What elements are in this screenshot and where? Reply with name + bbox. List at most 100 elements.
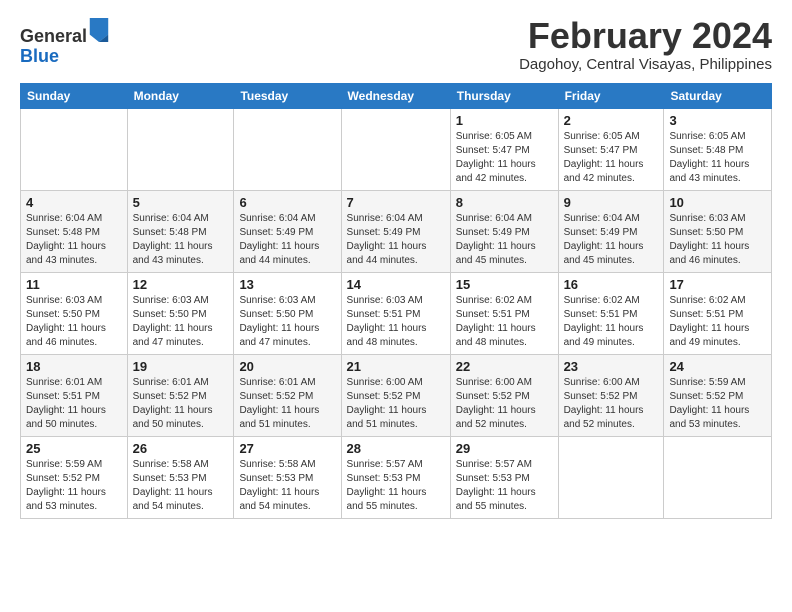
day-info: Sunrise: 6:03 AMSunset: 5:50 PMDaylight:… xyxy=(133,294,229,350)
day-number: 7 xyxy=(347,195,445,210)
day-info: Sunrise: 6:03 AMSunset: 5:50 PMDaylight:… xyxy=(26,294,122,350)
calendar-cell xyxy=(664,436,772,518)
calendar-cell: 17 Sunrise: 6:02 AMSunset: 5:51 PMDayligh… xyxy=(664,272,772,354)
day-info: Sunrise: 5:59 AMSunset: 5:52 PMDaylight:… xyxy=(669,376,766,432)
day-info: Sunrise: 6:00 AMSunset: 5:52 PMDaylight:… xyxy=(564,376,659,432)
header-friday: Friday xyxy=(558,83,664,108)
day-number: 1 xyxy=(456,113,553,128)
calendar-header-row: SundayMondayTuesdayWednesdayThursdayFrid… xyxy=(21,83,772,108)
day-number: 23 xyxy=(564,359,659,374)
logo-text: General xyxy=(20,20,109,47)
day-info: Sunrise: 6:01 AMSunset: 5:52 PMDaylight:… xyxy=(133,376,229,432)
header-sunday: Sunday xyxy=(21,83,128,108)
calendar-cell: 22Sunrise: 6:00 AMSunset: 5:52 PMDayligh… xyxy=(450,354,558,436)
logo-blue: Blue xyxy=(20,47,109,67)
calendar-cell: 12 Sunrise: 6:03 AMSunset: 5:50 PMDayligh… xyxy=(127,272,234,354)
day-number: 20 xyxy=(239,359,335,374)
day-number: 19 xyxy=(133,359,229,374)
day-number: 25 xyxy=(26,441,122,456)
week-row-5: 25 Sunrise: 5:59 AMSunset: 5:52 PMDayligh… xyxy=(21,436,772,518)
calendar-cell: 26 Sunrise: 5:58 AMSunset: 5:53 PMDayligh… xyxy=(127,436,234,518)
day-info: Sunrise: 6:04 AMSunset: 5:49 PMDaylight:… xyxy=(347,212,445,268)
page-header: General Blue February 2024 Dagohoy, Cent… xyxy=(20,16,772,73)
day-number: 11 xyxy=(26,277,122,292)
day-info: Sunrise: 6:04 AMSunset: 5:48 PMDaylight:… xyxy=(26,212,122,268)
day-info: Sunrise: 6:04 AMSunset: 5:49 PMDaylight:… xyxy=(456,212,553,268)
day-number: 17 xyxy=(669,277,766,292)
title-area: February 2024 Dagohoy, Central Visayas, … xyxy=(519,16,772,73)
calendar-cell: 24 Sunrise: 5:59 AMSunset: 5:52 PMDayligh… xyxy=(664,354,772,436)
day-number: 2 xyxy=(564,113,659,128)
calendar-cell: 7 Sunrise: 6:04 AMSunset: 5:49 PMDaylight… xyxy=(341,190,450,272)
calendar-cell xyxy=(234,108,341,190)
calendar-cell: 2Sunrise: 6:05 AMSunset: 5:47 PMDaylight… xyxy=(558,108,664,190)
calendar-cell: 25 Sunrise: 5:59 AMSunset: 5:52 PMDayligh… xyxy=(21,436,128,518)
location: Dagohoy, Central Visayas, Philippines xyxy=(519,56,772,73)
week-row-1: 1 Sunrise: 6:05 AMSunset: 5:47 PMDaylight… xyxy=(21,108,772,190)
day-info: Sunrise: 6:00 AMSunset: 5:52 PMDaylight:… xyxy=(347,376,445,432)
day-number: 12 xyxy=(133,277,229,292)
day-info: Sunrise: 6:04 AMSunset: 5:49 PMDaylight:… xyxy=(239,212,335,268)
day-number: 5 xyxy=(133,195,229,210)
week-row-3: 11 Sunrise: 6:03 AMSunset: 5:50 PMDayligh… xyxy=(21,272,772,354)
day-number: 10 xyxy=(669,195,766,210)
calendar-cell: 9 Sunrise: 6:04 AMSunset: 5:49 PMDaylight… xyxy=(558,190,664,272)
day-number: 18 xyxy=(26,359,122,374)
day-number: 16 xyxy=(564,277,659,292)
day-info: Sunrise: 6:03 AMSunset: 5:50 PMDaylight:… xyxy=(669,212,766,268)
day-number: 8 xyxy=(456,195,553,210)
calendar-cell xyxy=(341,108,450,190)
day-info: Sunrise: 6:05 AMSunset: 5:48 PMDaylight:… xyxy=(669,130,766,186)
day-number: 9 xyxy=(564,195,659,210)
calendar-cell: 20 Sunrise: 6:01 AMSunset: 5:52 PMDayligh… xyxy=(234,354,341,436)
header-wednesday: Wednesday xyxy=(341,83,450,108)
day-info: Sunrise: 6:04 AMSunset: 5:49 PMDaylight:… xyxy=(564,212,659,268)
week-row-4: 18Sunrise: 6:01 AMSunset: 5:51 PMDayligh… xyxy=(21,354,772,436)
logo: General Blue xyxy=(20,20,109,67)
day-number: 29 xyxy=(456,441,553,456)
header-monday: Monday xyxy=(127,83,234,108)
calendar-cell: 16 Sunrise: 6:02 AMSunset: 5:51 PMDayligh… xyxy=(558,272,664,354)
day-info: Sunrise: 5:59 AMSunset: 5:52 PMDaylight:… xyxy=(26,458,122,514)
calendar-cell: 1 Sunrise: 6:05 AMSunset: 5:47 PMDaylight… xyxy=(450,108,558,190)
day-number: 15 xyxy=(456,277,553,292)
calendar-cell: 6Sunrise: 6:04 AMSunset: 5:49 PMDaylight… xyxy=(234,190,341,272)
day-info: Sunrise: 6:01 AMSunset: 5:52 PMDaylight:… xyxy=(239,376,335,432)
day-info: Sunrise: 6:04 AMSunset: 5:48 PMDaylight:… xyxy=(133,212,229,268)
day-info: Sunrise: 6:05 AMSunset: 5:47 PMDaylight:… xyxy=(456,130,553,186)
logo-blue-text: Blue xyxy=(20,46,59,66)
day-info: Sunrise: 6:02 AMSunset: 5:51 PMDaylight:… xyxy=(564,294,659,350)
calendar-cell: 28 Sunrise: 5:57 AMSunset: 5:53 PMDayligh… xyxy=(341,436,450,518)
calendar-cell: 19 Sunrise: 6:01 AMSunset: 5:52 PMDayligh… xyxy=(127,354,234,436)
calendar-cell: 29Sunrise: 5:57 AMSunset: 5:53 PMDayligh… xyxy=(450,436,558,518)
day-info: Sunrise: 6:03 AMSunset: 5:50 PMDaylight:… xyxy=(239,294,335,350)
header-thursday: Thursday xyxy=(450,83,558,108)
logo-general: General xyxy=(20,26,87,46)
day-info: Sunrise: 5:57 AMSunset: 5:53 PMDaylight:… xyxy=(347,458,445,514)
day-number: 22 xyxy=(456,359,553,374)
calendar-cell: 18Sunrise: 6:01 AMSunset: 5:51 PMDayligh… xyxy=(21,354,128,436)
day-info: Sunrise: 6:03 AMSunset: 5:51 PMDaylight:… xyxy=(347,294,445,350)
month-year: February 2024 xyxy=(519,16,772,56)
calendar-cell: 23 Sunrise: 6:00 AMSunset: 5:52 PMDayligh… xyxy=(558,354,664,436)
week-row-2: 4Sunrise: 6:04 AMSunset: 5:48 PMDaylight… xyxy=(21,190,772,272)
calendar-cell: 11 Sunrise: 6:03 AMSunset: 5:50 PMDayligh… xyxy=(21,272,128,354)
calendar-cell: 13 Sunrise: 6:03 AMSunset: 5:50 PMDayligh… xyxy=(234,272,341,354)
day-info: Sunrise: 5:58 AMSunset: 5:53 PMDaylight:… xyxy=(133,458,229,514)
calendar-cell xyxy=(558,436,664,518)
calendar-cell: 5 Sunrise: 6:04 AMSunset: 5:48 PMDaylight… xyxy=(127,190,234,272)
day-info: Sunrise: 6:02 AMSunset: 5:51 PMDaylight:… xyxy=(669,294,766,350)
day-info: Sunrise: 6:02 AMSunset: 5:51 PMDaylight:… xyxy=(456,294,553,350)
day-number: 13 xyxy=(239,277,335,292)
day-number: 26 xyxy=(133,441,229,456)
day-number: 28 xyxy=(347,441,445,456)
calendar-cell: 4Sunrise: 6:04 AMSunset: 5:48 PMDaylight… xyxy=(21,190,128,272)
day-number: 21 xyxy=(347,359,445,374)
calendar-cell: 3Sunrise: 6:05 AMSunset: 5:48 PMDaylight… xyxy=(664,108,772,190)
calendar-table: SundayMondayTuesdayWednesdayThursdayFrid… xyxy=(20,83,772,519)
calendar-cell: 8 Sunrise: 6:04 AMSunset: 5:49 PMDaylight… xyxy=(450,190,558,272)
day-number: 24 xyxy=(669,359,766,374)
header-saturday: Saturday xyxy=(664,83,772,108)
calendar-cell: 27Sunrise: 5:58 AMSunset: 5:53 PMDayligh… xyxy=(234,436,341,518)
calendar-cell: 14Sunrise: 6:03 AMSunset: 5:51 PMDayligh… xyxy=(341,272,450,354)
